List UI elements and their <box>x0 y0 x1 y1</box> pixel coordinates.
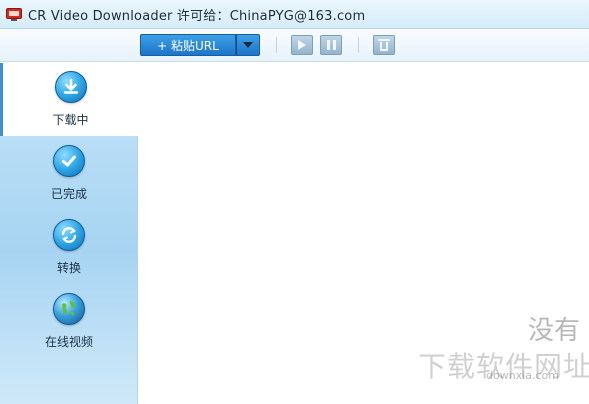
toolbar: + 粘贴URL <box>0 29 589 62</box>
app-logo-icon <box>6 7 22 21</box>
empty-list-message: 没有 <box>528 316 581 346</box>
chevron-down-icon <box>243 42 253 48</box>
sidebar-item-downloading[interactable]: 下载中 <box>0 63 138 136</box>
toolbar-separator <box>358 37 359 53</box>
sidebar-item-online-video[interactable]: 在线视频 <box>0 285 138 358</box>
sidebar-item-convert[interactable]: 转换 <box>0 211 138 284</box>
convert-icon <box>53 219 85 251</box>
trash-icon <box>378 39 390 51</box>
play-icon <box>298 40 306 50</box>
sidebar-item-label: 已完成 <box>50 187 87 201</box>
window-title: CR Video Downloader 许可给：ChinaPYG@163.com <box>28 8 366 24</box>
pause-icon <box>326 40 336 50</box>
sidebar-item-label: 转换 <box>56 261 81 275</box>
sidebar-item-completed[interactable]: 已完成 <box>0 137 138 210</box>
toolbar-separator <box>276 37 277 53</box>
watermark-url: downxia.com <box>486 369 559 382</box>
paste-url-button[interactable]: + 粘贴URL <box>140 34 236 56</box>
check-icon <box>53 145 85 177</box>
globe-icon <box>53 293 85 325</box>
paste-url-dropdown-button[interactable] <box>236 34 260 56</box>
start-button[interactable] <box>291 35 313 55</box>
download-icon <box>54 71 87 103</box>
sidebar: 下载中 已完成 转换 在线视频 <box>0 63 138 404</box>
sidebar-item-label: 下载中 <box>52 113 89 127</box>
title-bar: CR Video Downloader 许可给：ChinaPYG@163.com <box>0 0 589 29</box>
delete-button[interactable] <box>373 35 395 55</box>
pause-button[interactable] <box>320 35 342 55</box>
sidebar-item-label: 在线视频 <box>44 335 93 349</box>
